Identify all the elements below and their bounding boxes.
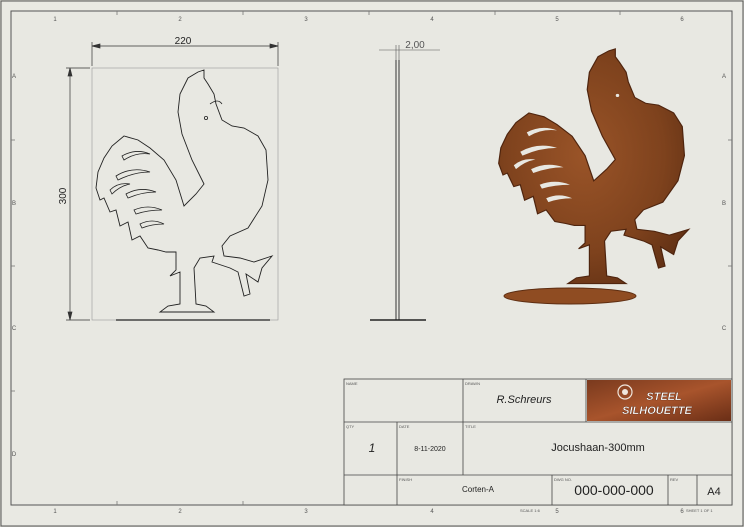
drawing-number: 000-000-000 xyxy=(574,482,654,498)
date-label: DATE xyxy=(399,424,410,429)
zone-left-b: B xyxy=(12,201,16,207)
height-dimension-value: 300 xyxy=(58,187,69,204)
finish-value: Corten-A xyxy=(462,485,495,494)
name-label: NAME xyxy=(346,381,358,386)
sheet-text: SHEET 1 OF 1 xyxy=(686,508,713,513)
drawing-title: Jocushaan-300mm xyxy=(551,442,645,454)
render-base-plate xyxy=(503,287,637,305)
zone-left-c: C xyxy=(12,326,17,332)
zone-right-a: A xyxy=(722,74,726,80)
zone-right-b: B xyxy=(722,201,726,207)
rev-label: REV xyxy=(670,477,679,482)
drawing-date: 8-11-2020 xyxy=(414,446,446,453)
svg-text:SILHOUETTE: SILHOUETTE xyxy=(622,405,692,417)
finish-label: FINISH xyxy=(399,477,412,482)
zone-right-c: C xyxy=(722,326,727,332)
dwg-label: DWG NO. xyxy=(554,477,572,482)
zone-left-a: A xyxy=(12,74,16,80)
title-label: TITLE xyxy=(465,424,476,429)
scale-text: SCALE 1:6 xyxy=(520,508,541,513)
quantity: 1 xyxy=(369,441,376,455)
zone-left-d: D xyxy=(12,452,17,458)
width-dimension-value: 220 xyxy=(175,36,192,47)
drawn-by: R.Schreurs xyxy=(496,394,552,406)
steel-silhouette-logo: STEEL SILHOUETTE xyxy=(587,380,731,421)
svg-text:STEEL: STEEL xyxy=(646,391,682,403)
drawing-sheet: 1 2 3 4 5 6 1 2 3 4 5 6 A B C D A B C D … xyxy=(0,0,744,527)
drawn-label: DRAWN xyxy=(465,381,480,386)
sheet-size: A4 xyxy=(707,486,720,498)
thickness-dimension-value: 2,00 xyxy=(405,40,425,51)
qty-label: QTY xyxy=(346,424,355,429)
